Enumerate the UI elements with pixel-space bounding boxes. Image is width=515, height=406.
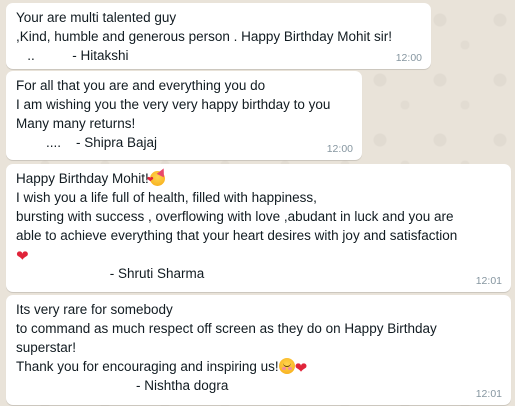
message-line: I wish you a life full of health, filled…	[16, 190, 317, 205]
message-bubble[interactable]: Its very rare for somebody to command as…	[6, 295, 511, 405]
message-bubble[interactable]: For all that you are and everything you …	[6, 71, 362, 160]
smiling-face-icon	[278, 358, 295, 374]
message-line: .. - Hitakshi	[16, 48, 129, 63]
message-line-with-emoji: Happy Birthday Mohit! ❤	[16, 166, 501, 188]
message-line: Thank you for encouraging and inspiring …	[16, 359, 279, 374]
chat-area[interactable]: Your are multi talented guy ,Kind, humbl…	[0, 0, 515, 406]
message-line: I am wishing you the very very happy bir…	[16, 97, 331, 112]
message-line: superstar!	[16, 340, 77, 355]
smiling-face-with-hearts-icon: ❤	[147, 166, 168, 186]
message-line: - Shruti Sharma	[16, 266, 205, 281]
message-line: ,Kind, humble and generous person . Happ…	[16, 29, 392, 44]
message-timestamp: 12:00	[395, 52, 422, 64]
message-line: Many many returns!	[16, 116, 136, 131]
message-timestamp: 12:01	[475, 275, 502, 287]
message-line: to command as much respect off screen as…	[16, 321, 437, 336]
message-line: Its very rare for somebody	[16, 302, 173, 317]
message-timestamp: 12:01	[475, 388, 502, 400]
message-line: Happy Birthday Mohit!	[16, 171, 149, 186]
message-line: able to achieve everything that your hea…	[16, 228, 458, 243]
message-line: For all that you are and everything you …	[16, 78, 266, 93]
message-line: - Nishtha dogra	[16, 378, 229, 393]
message-timestamp: 12:00	[326, 143, 353, 155]
message-line: bursting with success , overflowing with…	[16, 209, 454, 224]
message-line-with-emoji: Thank you for encouraging and inspiring …	[16, 357, 501, 376]
message-line: .... - Shipra Bajaj	[16, 135, 158, 150]
red-heart-icon: ❤	[294, 360, 308, 377]
red-heart-icon: ❤	[16, 248, 29, 265]
message-bubble[interactable]: Happy Birthday Mohit! ❤ I wish you a life…	[6, 164, 511, 292]
message-line: Your are multi talented guy	[16, 10, 177, 25]
message-bubble[interactable]: Your are multi talented guy ,Kind, humbl…	[6, 3, 431, 69]
message-line-emoji: ❤	[16, 245, 501, 264]
